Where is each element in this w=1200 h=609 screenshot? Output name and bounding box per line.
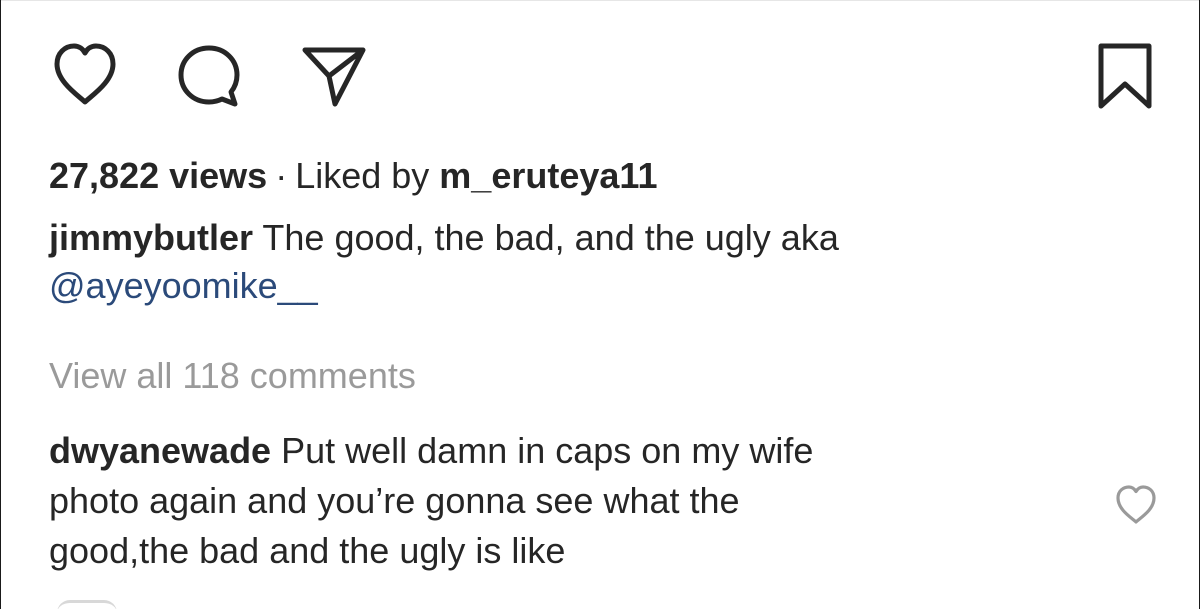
- share-icon[interactable]: [297, 40, 369, 112]
- liked-by-label: Liked by: [295, 155, 430, 196]
- next-comment-fragment: [57, 600, 117, 609]
- post-caption-block: 27,822 views · Liked by m_eruteya11 jimmyb…: [49, 152, 1129, 310]
- bookmark-icon[interactable]: [1089, 40, 1161, 112]
- comment-text-1: Put well damn in caps on my wife: [281, 430, 814, 471]
- heart-icon[interactable]: [49, 40, 121, 112]
- comment: dwyanewade Put well damn in caps on my w…: [49, 426, 1049, 576]
- caption-text: The good, the bad, and the ugly aka: [262, 217, 839, 258]
- comment-icon[interactable]: [173, 40, 245, 112]
- caption-mention[interactable]: @ayeyoomike__: [49, 265, 318, 306]
- action-bar: [49, 40, 1161, 112]
- views-count[interactable]: 27,822 views: [49, 155, 267, 196]
- comment-line-1: dwyanewade Put well damn in caps on my w…: [49, 426, 1049, 476]
- caption-mention-line: @ayeyoomike__: [49, 262, 1129, 310]
- views-line: 27,822 views · Liked by m_eruteya11: [49, 152, 1129, 200]
- comment-heart-icon[interactable]: [1113, 482, 1159, 528]
- caption-line: jimmybutler The good, the bad, and the u…: [49, 214, 1129, 262]
- liked-by-user[interactable]: m_eruteya11: [439, 155, 657, 196]
- separator-dot: ·: [275, 155, 288, 196]
- comment-author[interactable]: dwyanewade: [49, 430, 271, 471]
- top-divider: [1, 0, 1199, 1]
- comment-text-2: photo again and you’re gonna see what th…: [49, 480, 740, 521]
- comment-text-3: good,the bad and the ugly is like: [49, 530, 566, 571]
- post-footer: 27,822 views · Liked by m_eruteya11 jimmyb…: [0, 0, 1200, 609]
- post-author[interactable]: jimmybutler: [49, 217, 253, 258]
- view-all-comments-link[interactable]: View all 118 comments: [49, 352, 416, 400]
